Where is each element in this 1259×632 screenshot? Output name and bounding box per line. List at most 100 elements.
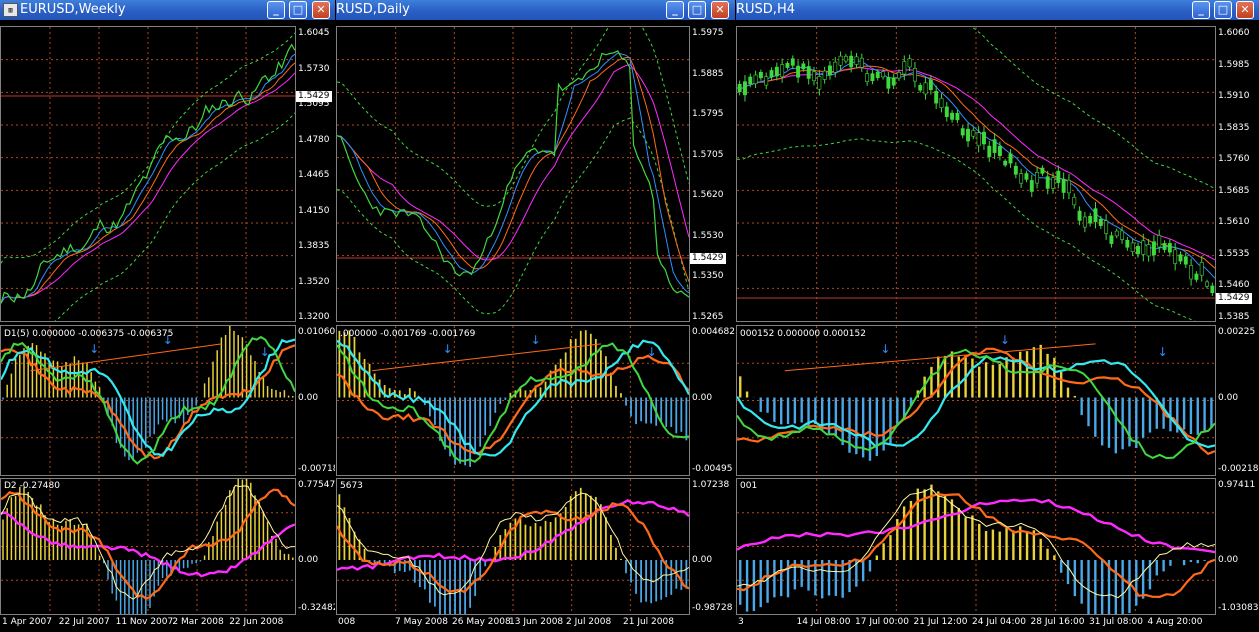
price-pane[interactable] [336, 26, 690, 322]
down-arrow-icon: ↓ [89, 342, 99, 356]
price-pane[interactable] [736, 26, 1216, 322]
histogram-bar [52, 518, 55, 560]
histogram-bar [229, 326, 231, 398]
time-axis-label: 4 Aug 20:00 [1147, 617, 1203, 627]
histogram-bar [745, 560, 749, 612]
histogram-bar [745, 391, 749, 398]
time-axis-label: 24 Jul 04:00 [972, 617, 1026, 627]
histogram-bar [145, 560, 147, 614]
time-axis-label: 17 Jul 00:00 [855, 617, 909, 627]
histogram-bar [615, 385, 617, 398]
minimize-button[interactable]: _ [666, 1, 684, 19]
indicator-pane-1[interactable]: ↓ ↓ ↓ [736, 325, 1216, 476]
close-button[interactable]: ✕ [711, 1, 729, 19]
histogram-bar [793, 397, 797, 424]
indicator-pane-2[interactable] [0, 478, 296, 615]
indicator-2-scale-label: 0.97411 [1218, 480, 1256, 490]
histogram-bar [1121, 560, 1124, 614]
histogram-bar [199, 560, 202, 562]
price-scale-label: 1.4780 [298, 134, 330, 145]
histogram-bar [119, 560, 122, 614]
histogram-bar [2, 397, 4, 400]
histogram-bar [1094, 560, 1097, 614]
candle-body [955, 112, 960, 121]
candle-body [976, 132, 981, 147]
histogram-bar [262, 511, 265, 560]
window-titlebar[interactable]: RUSD,H4 _ □ ✕ [736, 0, 1259, 20]
window-titlebar[interactable]: RUSD,Daily _ □ ✕ [336, 0, 735, 20]
histogram-bar [991, 364, 995, 398]
candle-body [790, 58, 795, 66]
histogram-bar [65, 520, 67, 560]
price-scale-label: 1.6045 [298, 28, 330, 38]
candle-body [1035, 172, 1040, 184]
price-scale-label: 1.5535 [1218, 248, 1250, 259]
histogram-bar [464, 397, 466, 466]
histogram-bar [212, 536, 214, 560]
indicator-2-scale-label: 0.00 [1218, 555, 1239, 565]
candle-body [780, 64, 785, 77]
histogram-bar [1066, 560, 1070, 585]
candle-body [859, 57, 864, 68]
histogram-bar [19, 354, 21, 398]
minimize-button[interactable]: _ [1192, 1, 1210, 19]
indicator-pane-1[interactable]: ↓ ↓ ↓ [0, 325, 296, 476]
chart-window-daily[interactable]: RUSD,Daily _ □ ✕ ↓ ↓ ↓ 1.5975 1.5885 1.5795 1.… [336, 0, 735, 632]
histogram-bar [680, 560, 683, 590]
price-scale-label: 1.5620 [692, 190, 724, 201]
histogram-bar [766, 397, 769, 413]
candle-body [886, 77, 891, 89]
minimize-button[interactable]: _ [267, 1, 285, 19]
histogram-bar [635, 397, 637, 425]
indicator-2-label: D2 -0.27480 [4, 481, 60, 491]
candle-body [891, 77, 896, 86]
close-button[interactable]: ✕ [312, 1, 330, 19]
histogram-bar [149, 560, 151, 608]
candle-body [1194, 273, 1199, 280]
histogram-bar [937, 356, 940, 398]
indicator-pane-2[interactable] [736, 478, 1216, 615]
histogram-bar [203, 383, 206, 398]
candle-body [1098, 218, 1103, 227]
histogram-bar [589, 495, 592, 560]
close-button[interactable]: ✕ [1236, 1, 1254, 19]
histogram-bar [635, 560, 637, 594]
chart-window-h4[interactable]: RUSD,H4 _ □ ✕ ↓ ↓ ↓ 1.6060 1.5985 1.5910 1.583… [736, 0, 1259, 632]
histogram-bar [504, 397, 507, 400]
histogram-bar [739, 560, 742, 605]
histogram-bar [237, 479, 239, 560]
price-scale-label: 1.5760 [1218, 154, 1250, 165]
histogram-bar [212, 361, 214, 398]
indicator-2-label: 001 [740, 481, 758, 491]
candle-body [971, 130, 976, 137]
maximize-button[interactable]: □ [289, 1, 307, 19]
chart-window-weekly[interactable]: ▥ EURUSD,Weekly _ □ ✕ ↓ ↓ ↓ 1.6045 1.5730 1.5… [0, 0, 335, 632]
chart-svg [1, 27, 295, 321]
price-scale-label: 1.5685 [1218, 185, 1250, 196]
histogram-bar [640, 560, 642, 603]
histogram-bar [554, 364, 557, 398]
histogram-bar [363, 358, 366, 398]
price-scale-label: 1.5530 [692, 230, 724, 241]
histogram-bar [1162, 560, 1165, 572]
histogram-bar [875, 555, 879, 560]
window-titlebar[interactable]: ▥ EURUSD,Weekly _ □ ✕ [0, 0, 335, 20]
indicator-pane-1[interactable]: ↓ ↓ ↓ [336, 325, 690, 476]
price-scale-label: 1.5265 [692, 312, 724, 322]
maximize-button[interactable]: □ [688, 1, 706, 19]
price-pane[interactable] [0, 26, 296, 322]
down-arrow-icon: ↓ [260, 345, 270, 359]
indicator-pane-2[interactable] [336, 478, 690, 615]
histogram-bar [2, 519, 4, 560]
candle-body [1072, 196, 1077, 206]
candle-body [897, 72, 901, 79]
candle-body [753, 74, 758, 84]
maximize-button[interactable]: □ [1214, 1, 1232, 19]
candle-body [1199, 262, 1204, 276]
histogram-bar [660, 560, 663, 600]
histogram-bar [1189, 397, 1193, 435]
histogram-bar [52, 360, 55, 398]
histogram-bar [413, 391, 416, 398]
chart-svg [337, 27, 689, 321]
histogram-bar [1087, 560, 1090, 614]
